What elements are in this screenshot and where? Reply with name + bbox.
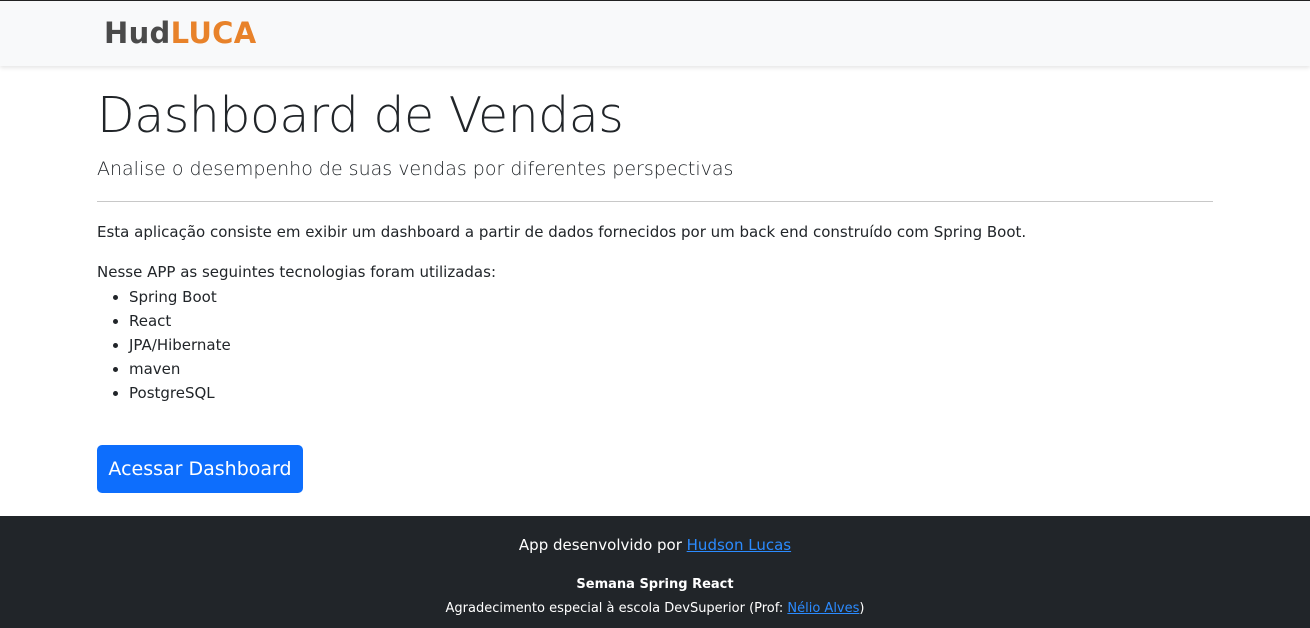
app-description: Esta aplicação consiste em exibir um das… — [97, 223, 1027, 241]
professor-link[interactable]: Nélio Alves — [787, 601, 859, 616]
footer-event-title: Semana Spring React — [576, 577, 734, 592]
tech-list-item: JPA/Hibernate — [129, 333, 1213, 357]
author-link[interactable]: Hudson Lucas — [687, 536, 791, 554]
tech-intro: Nesse APP as seguintes tecnologias foram… — [97, 263, 496, 281]
access-dashboard-button[interactable]: Acessar Dashboard — [97, 445, 303, 493]
tech-list-item: React — [129, 309, 1213, 333]
brand-logo[interactable]: HudLUCA — [104, 15, 257, 51]
footer-thanks-suffix: ) — [859, 601, 865, 616]
footer-credit-text: App desenvolvido por — [518, 536, 687, 554]
tech-list: Spring Boot React JPA/Hibernate maven Po… — [97, 285, 1213, 405]
tech-list-item: Spring Boot — [129, 285, 1213, 309]
divider — [97, 201, 1213, 202]
footer-thanks-text: Agradecimento especial à escola DevSuper… — [445, 601, 788, 616]
brand-logo-part1: Hud — [104, 16, 171, 50]
footer-credit: App desenvolvido por Hudson Lucas — [0, 535, 1310, 555]
page-title: Dashboard de Vendas — [97, 87, 624, 144]
tech-list-item: maven — [129, 357, 1213, 381]
footer: App desenvolvido por Hudson Lucas Semana… — [0, 516, 1310, 628]
main-content: Dashboard de Vendas Analise o desempenho… — [97, 84, 1213, 493]
brand-logo-part2: LUCA — [170, 16, 257, 50]
top-navbar: HudLUCA — [0, 0, 1310, 66]
tech-list-item: PostgreSQL — [129, 381, 1213, 405]
footer-thanks: Agradecimento especial à escola DevSuper… — [0, 600, 1310, 618]
page-subtitle: Analise o desempenho de suas vendas por … — [97, 158, 734, 180]
